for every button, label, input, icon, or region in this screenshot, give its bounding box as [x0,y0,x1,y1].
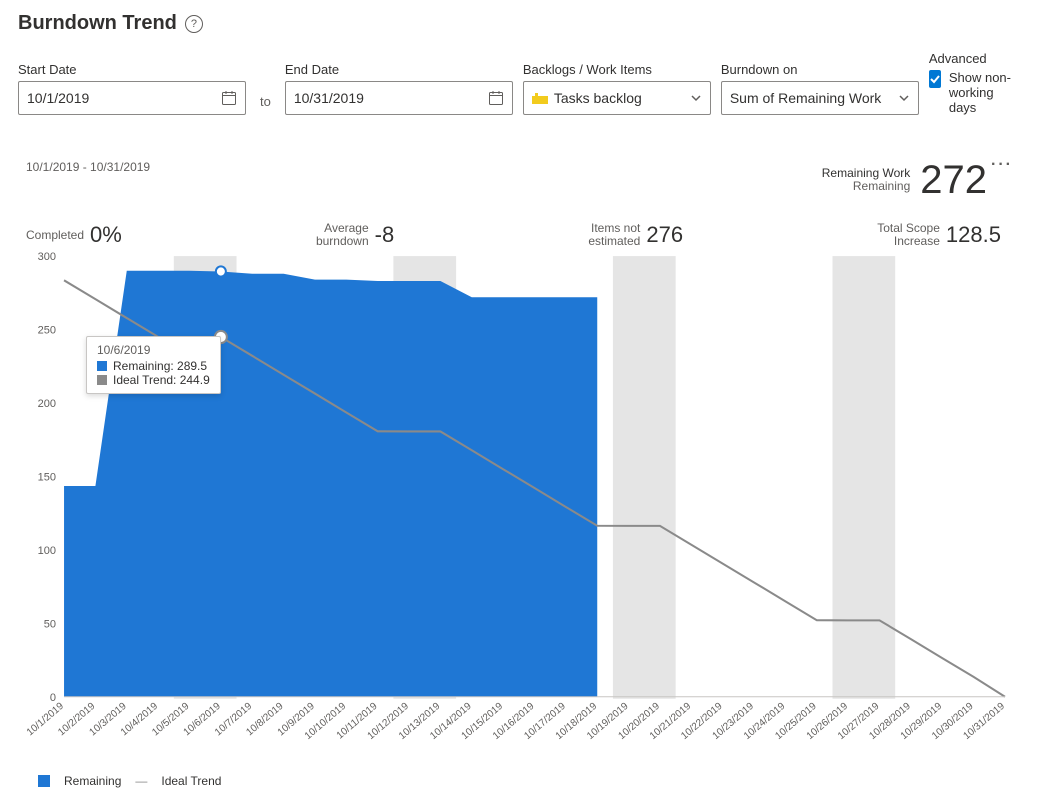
show-nonworking-label: Show non-working days [949,70,1021,115]
burndown-chart: 05010015020025030010/1/201910/2/201910/3… [24,252,1015,762]
svg-text:50: 50 [44,618,56,630]
tooltip-date: 10/6/2019 [97,343,210,357]
svg-text:250: 250 [38,325,56,337]
chart-tooltip: 10/6/2019 Remaining: 289.5 Ideal Trend: … [86,336,221,394]
chart-card: ··· 10/1/2019 - 10/31/2019 Remaining Wor… [14,150,1025,792]
burndown-on-label: Burndown on [721,62,919,77]
show-nonworking-checkbox[interactable] [929,70,941,88]
svg-text:100: 100 [38,545,56,557]
help-icon[interactable]: ? [185,15,203,33]
tooltip-remaining-swatch [97,361,107,371]
advanced-label: Advanced [929,51,1021,66]
start-date-input[interactable]: 10/1/2019 [18,81,246,115]
items-not-estimated-value: 276 [646,222,683,248]
date-range-text: 10/1/2019 - 10/31/2019 [26,160,150,174]
end-date-label: End Date [285,62,513,77]
svg-text:150: 150 [38,471,56,483]
completed-label: Completed [26,229,84,242]
tasks-icon [532,91,548,105]
chevron-down-icon [690,92,702,104]
items-not-estimated-label: Items not estimated [588,222,640,247]
chart-legend: Remaining — Ideal Trend [38,774,221,788]
calendar-icon [488,90,504,106]
end-date-input[interactable]: 10/31/2019 [285,81,513,115]
avg-burndown-label: Average burndown [316,222,369,247]
chevron-down-icon [898,92,910,104]
backlogs-select[interactable]: Tasks backlog [523,81,711,115]
legend-ideal-label: Ideal Trend [161,774,221,788]
calendar-icon [221,90,237,106]
end-date-value: 10/31/2019 [294,90,488,106]
page-title: Burndown Trend [18,12,177,35]
burndown-on-select[interactable]: Sum of Remaining Work [721,81,919,115]
remaining-work-stat: Remaining Work Remaining 272 [822,160,987,200]
tooltip-ideal: Ideal Trend: 244.9 [113,373,210,387]
scope-increase-value: 128.5 [946,222,1001,248]
legend-remaining-label: Remaining [64,774,121,788]
backlogs-label: Backlogs / Work Items [523,62,711,77]
legend-remaining-swatch [38,775,50,787]
tooltip-remaining: Remaining: 289.5 [113,359,207,373]
completed-value: 0% [90,222,122,248]
svg-text:300: 300 [38,252,56,263]
burndown-on-value: Sum of Remaining Work [730,90,898,106]
svg-text:200: 200 [38,398,56,410]
avg-burndown-value: -8 [375,222,395,248]
remaining-sublabel: Remaining [853,180,910,193]
more-icon[interactable]: ··· [985,152,1019,178]
remaining-work-value: 272 [920,160,987,200]
start-date-value: 10/1/2019 [27,90,221,106]
tooltip-ideal-swatch [97,375,107,385]
to-label: to [256,94,275,115]
svg-text:0: 0 [50,692,56,704]
scope-increase-label: Total Scope Increase [877,222,940,247]
backlogs-value: Tasks backlog [554,90,690,106]
start-date-label: Start Date [18,62,246,77]
controls-bar: Start Date 10/1/2019 to End Date 10/31/2… [0,41,1039,129]
